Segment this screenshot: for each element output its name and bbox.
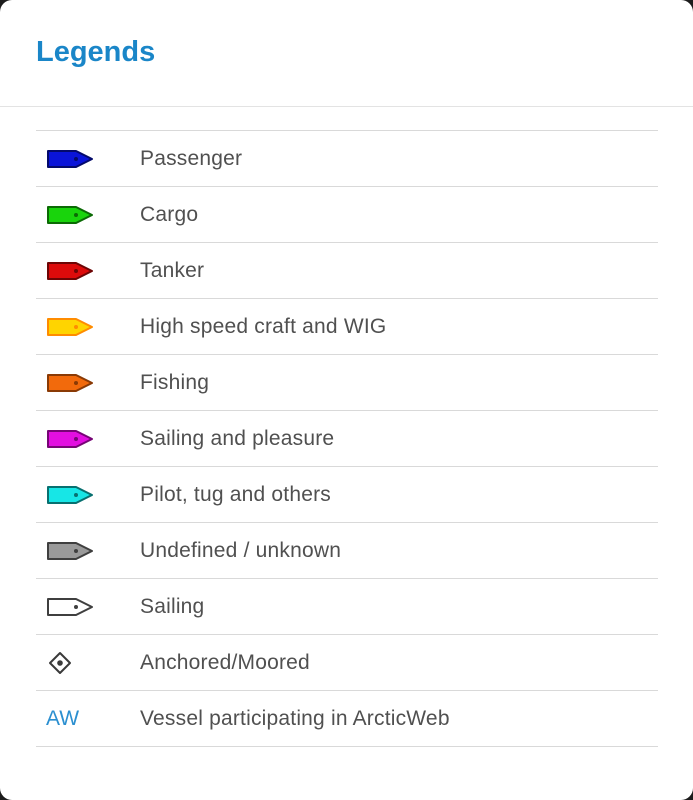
legend-row: Fishing: [36, 355, 658, 411]
legend-label: Fishing: [140, 370, 210, 394]
tanker-vessel-icon: [47, 261, 93, 280]
legend-row: Passenger: [36, 131, 658, 187]
legend-symbol: [36, 579, 140, 634]
legend-row: Tanker: [36, 243, 658, 299]
undefined-vessel-icon: [47, 541, 93, 560]
legend-label: Undefined / unknown: [140, 538, 342, 562]
legend-label: Pilot, tug and others: [140, 482, 331, 506]
legend-symbol: [36, 187, 140, 242]
passenger-vessel-icon: [47, 149, 93, 168]
legend-label: Sailing and pleasure: [140, 426, 335, 450]
legend-symbol: [36, 635, 140, 690]
legend-row: Sailing: [36, 579, 658, 635]
legend-table: Passenger Cargo Tanker High speed craft and…: [36, 130, 658, 747]
panel-title: Legends: [36, 36, 156, 68]
legend-symbol: [36, 523, 140, 578]
legend-row: Anchored/Moored: [36, 635, 658, 691]
legend-label: Sailing: [140, 594, 205, 618]
legend-row: Cargo: [36, 187, 658, 243]
legend-symbol: [36, 411, 140, 466]
cargo-vessel-icon: [47, 205, 93, 224]
sailing-pleasure-vessel-icon: [47, 429, 93, 448]
legend-symbol: [36, 355, 140, 410]
legends-panel: Legends Passenger Cargo Tanker High speed c…: [0, 0, 693, 800]
legend-label: High speed craft and WIG: [140, 314, 387, 338]
panel-header: Legends: [0, 0, 693, 107]
legend-symbol: AW: [36, 691, 140, 746]
legend-symbol: [36, 299, 140, 354]
legend-label: Tanker: [140, 258, 205, 282]
legend-row: AW Vessel participating in ArcticWeb: [36, 691, 658, 747]
legend-row: Undefined / unknown: [36, 523, 658, 579]
legend-row: Sailing and pleasure: [36, 411, 658, 467]
legend-symbol: [36, 131, 140, 186]
legend-symbol: [36, 467, 140, 522]
high-speed-craft-vessel-icon: [47, 317, 93, 336]
legend-label: Vessel participating in ArcticWeb: [140, 706, 450, 730]
legend-symbol: [36, 243, 140, 298]
pilot-tug-vessel-icon: [47, 485, 93, 504]
legend-row: Pilot, tug and others: [36, 467, 658, 523]
sailing-vessel-icon: [47, 597, 93, 616]
arcticweb-icon: AW: [46, 706, 80, 730]
legend-label: Passenger: [140, 146, 243, 170]
legend-row: High speed craft and WIG: [36, 299, 658, 355]
legend-label: Cargo: [140, 202, 199, 226]
fishing-vessel-icon: [47, 373, 93, 392]
anchored-moored-icon: [49, 651, 71, 674]
legend-label: Anchored/Moored: [140, 650, 310, 674]
